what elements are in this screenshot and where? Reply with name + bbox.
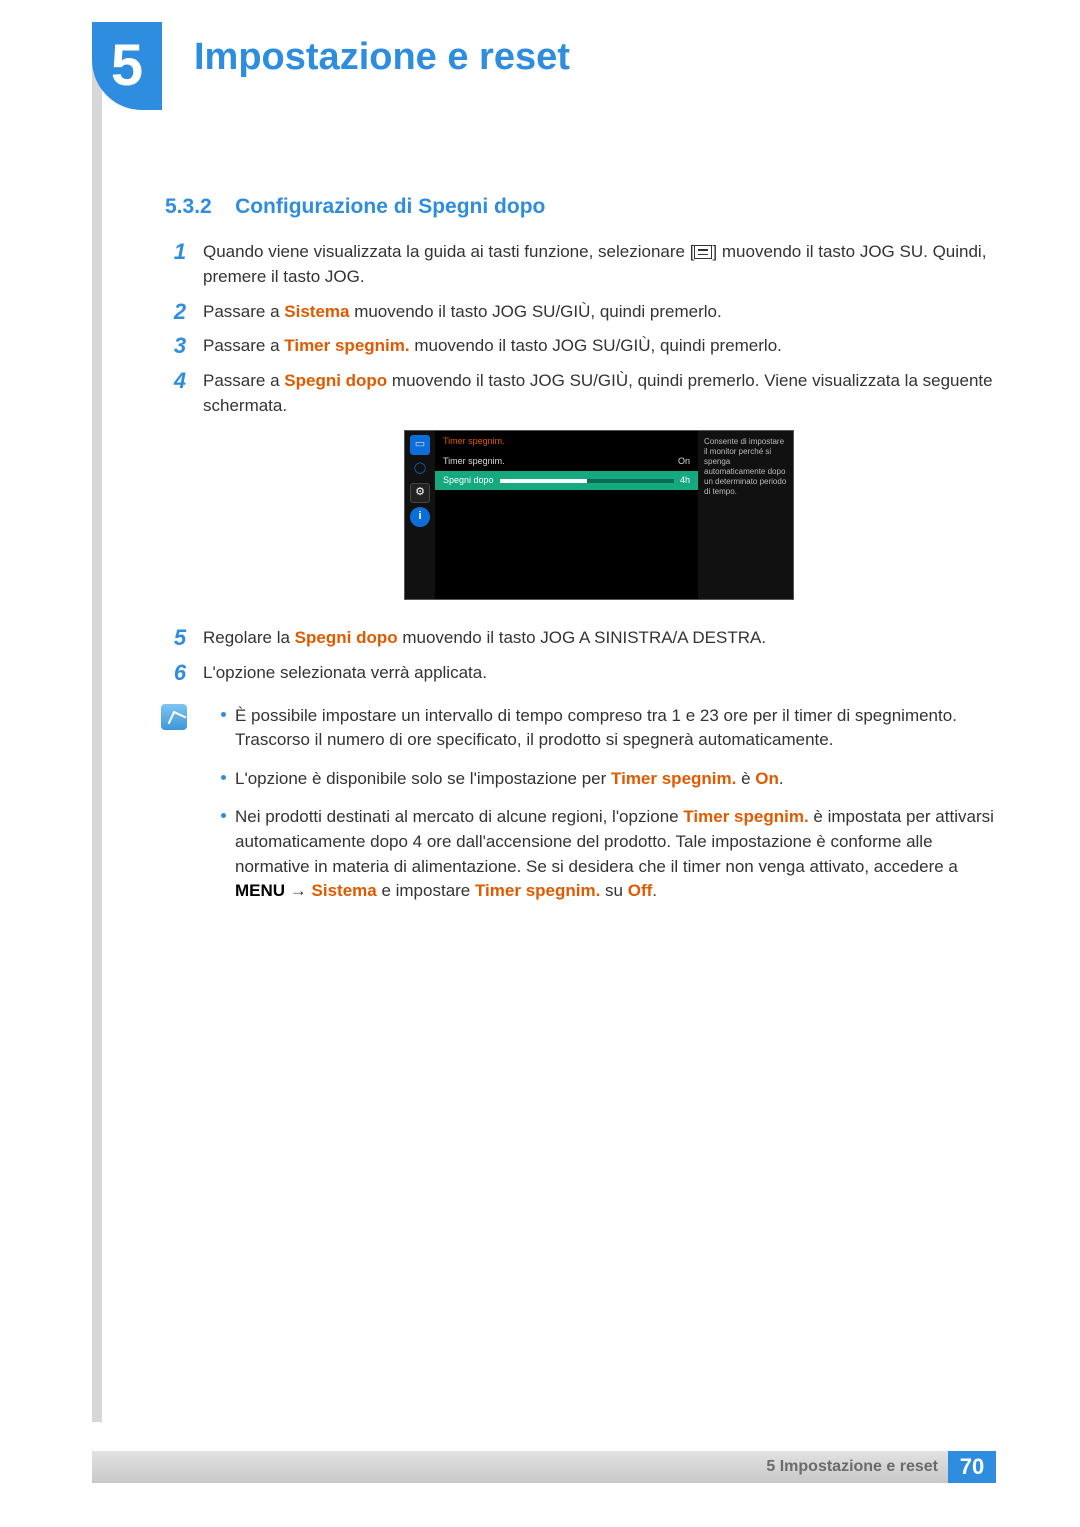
emph-on: On bbox=[755, 769, 779, 788]
chapter-title: Impostazione e reset bbox=[194, 36, 570, 79]
emph-timer: Timer spegnim. bbox=[284, 336, 409, 355]
aim-icon: ◯ bbox=[410, 459, 430, 479]
footer-bar: 5 Impostazione e reset 70 bbox=[92, 1451, 996, 1483]
osd-slider bbox=[500, 479, 674, 483]
osd-row-value: 4h bbox=[680, 474, 690, 487]
note-item: È possibile impostare un intervallo di t… bbox=[221, 704, 995, 753]
step-body: Passare a Sistema muovendo il tasto JOG … bbox=[203, 300, 995, 325]
osd-row-label: Timer spegnim. bbox=[443, 455, 505, 468]
subsection-number: 5.3.2 bbox=[165, 195, 212, 218]
emph-spegni-dopo: Spegni dopo bbox=[295, 628, 398, 647]
note-list: È possibile impostare un intervallo di t… bbox=[221, 704, 995, 918]
osd-mockup: ▭ ◯ ⚙ i Timer spegnim. Timer spegnim. On bbox=[404, 430, 794, 600]
osd-main: Timer spegnim. Timer spegnim. On Spegni … bbox=[435, 431, 698, 599]
osd-header: Timer spegnim. bbox=[435, 431, 698, 452]
osd-row-label: Spegni dopo bbox=[443, 474, 494, 487]
footer-page-number: 70 bbox=[948, 1451, 996, 1483]
osd-row-spegni-dopo: Spegni dopo 4h bbox=[435, 471, 698, 490]
step-number: 4 bbox=[165, 369, 195, 616]
chapter-number: 5 bbox=[111, 37, 143, 95]
emph-timer: Timer spegnim. bbox=[683, 807, 808, 826]
osd-row-value: On bbox=[678, 455, 690, 468]
step-number: 6 bbox=[165, 661, 195, 686]
step-body: Regolare la Spegni dopo muovendo il tast… bbox=[203, 626, 995, 651]
info-icon: i bbox=[410, 507, 430, 527]
emph-timer: Timer spegnim. bbox=[475, 881, 600, 900]
emph-sistema: Sistema bbox=[312, 881, 377, 900]
chapter-tab: 5 bbox=[92, 22, 162, 110]
note-block: È possibile impostare un intervallo di t… bbox=[165, 704, 995, 918]
side-accent-bar bbox=[92, 22, 102, 1422]
menu-icon bbox=[694, 245, 712, 259]
subsection-heading: 5.3.2 Configurazione di Spegni dopo bbox=[165, 192, 995, 222]
step-number: 5 bbox=[165, 626, 195, 651]
emph-timer: Timer spegnim. bbox=[611, 769, 736, 788]
footer-label: 5 Impostazione e reset bbox=[766, 1458, 938, 1476]
subsection-title: Configurazione di Spegni dopo bbox=[235, 195, 545, 218]
step-number: 1 bbox=[165, 240, 195, 289]
osd-sidebar: ▭ ◯ ⚙ i bbox=[405, 431, 435, 599]
note-item: Nei prodotti destinati al mercato di alc… bbox=[221, 805, 995, 904]
osd-row-timer: Timer spegnim. On bbox=[435, 452, 698, 471]
step-number: 3 bbox=[165, 334, 195, 359]
osd-description: Consente di impostare il monitor perché … bbox=[698, 431, 793, 599]
step-body: Quando viene visualizzata la guida ai ta… bbox=[203, 240, 995, 289]
step-number: 2 bbox=[165, 300, 195, 325]
note-icon bbox=[161, 704, 187, 730]
step-body: Passare a Timer spegnim. muovendo il tas… bbox=[203, 334, 995, 359]
step-body: Passare a Spegni dopo muovendo il tasto … bbox=[203, 369, 995, 616]
emph-spegni-dopo: Spegni dopo bbox=[284, 371, 387, 390]
note-item: L'opzione è disponibile solo se l'impost… bbox=[221, 767, 995, 792]
monitor-icon: ▭ bbox=[410, 435, 430, 455]
gear-icon: ⚙ bbox=[410, 483, 430, 503]
emph-sistema: Sistema bbox=[284, 302, 349, 321]
steps-list: 1 Quando viene visualizzata la guida ai … bbox=[165, 240, 995, 685]
emph-off: Off bbox=[628, 881, 653, 900]
step-body: L'opzione selezionata verrà applicata. bbox=[203, 661, 995, 686]
page-content: 5.3.2 Configurazione di Spegni dopo 1 Qu… bbox=[165, 192, 995, 918]
emph-menu: MENU bbox=[235, 881, 285, 900]
